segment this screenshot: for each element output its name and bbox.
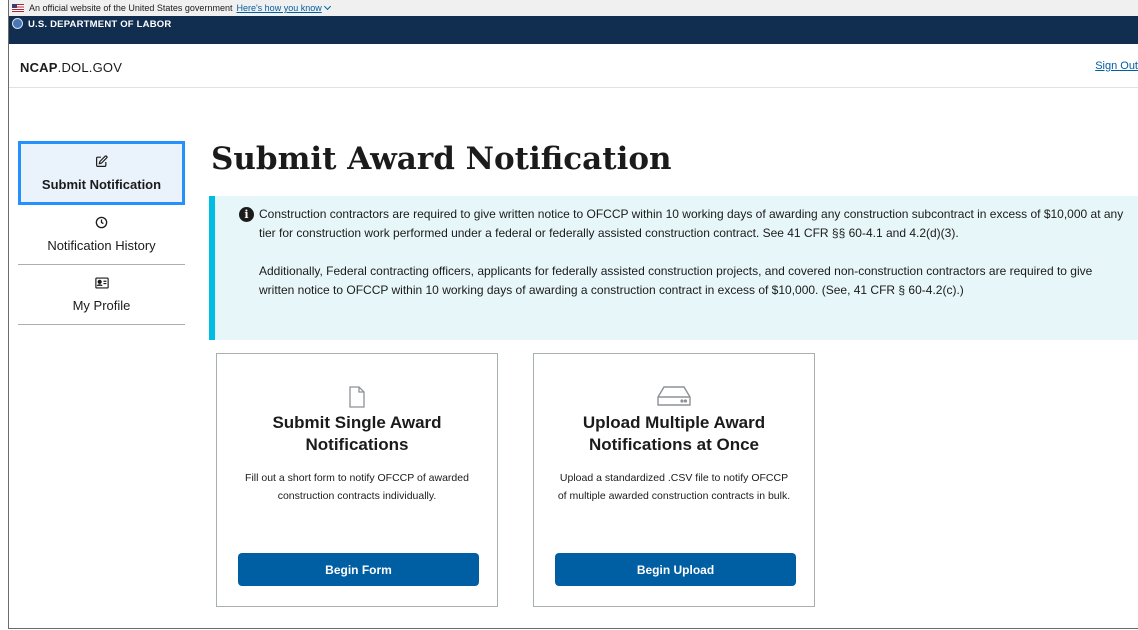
- alert-paragraph: Additionally, Federal contracting office…: [259, 264, 1093, 297]
- multiple-award-card: Upload Multiple Award Notifications at O…: [533, 353, 815, 607]
- sidebar-item-label: Submit Notification: [41, 176, 162, 192]
- gov-banner-text: An official website of the United States…: [29, 3, 233, 13]
- card-description: Fill out a short form to notify OFCCP of…: [245, 472, 469, 502]
- chevron-down-icon: [323, 2, 331, 11]
- logo-rest: .DOL.GOV: [57, 60, 123, 75]
- page-title: Submit Award Notification: [211, 141, 672, 177]
- id-card-icon: [94, 276, 109, 292]
- begin-form-button[interactable]: Begin Form: [238, 553, 479, 586]
- logo-bold: NCAP: [20, 60, 58, 75]
- card-title: Upload Multiple Award Notifications at O…: [582, 413, 766, 454]
- info-alert: i Construction contractors are required …: [209, 196, 1138, 340]
- card-title: Submit Single Award Notifications: [272, 413, 442, 454]
- sidebar-item-label: My Profile: [72, 297, 131, 313]
- side-navigation: Submit Notification Notification History…: [18, 141, 185, 325]
- file-icon: [349, 386, 365, 413]
- clock-icon: [95, 216, 108, 232]
- edit-icon: [95, 154, 108, 171]
- sign-out-link[interactable]: Sign Out: [1095, 60, 1138, 72]
- site-logo[interactable]: NCAP.DOL.GOV: [20, 60, 122, 75]
- agency-name: U.S. DEPARTMENT OF LABOR: [28, 19, 172, 30]
- sidebar-item-my-profile[interactable]: My Profile: [18, 265, 185, 325]
- single-award-card: Submit Single Award Notifications Fill o…: [216, 353, 498, 607]
- sidebar-item-submit-notification[interactable]: Submit Notification: [18, 141, 185, 205]
- gov-banner: An official website of the United States…: [9, 0, 1138, 16]
- dol-seal-icon: [12, 18, 23, 29]
- heres-how-you-know-label: Here's how you know: [236, 3, 322, 13]
- begin-upload-button[interactable]: Begin Upload: [555, 553, 796, 586]
- alert-paragraph: Construction contractors are required to…: [259, 207, 1124, 240]
- heres-how-you-know-link[interactable]: Here's how you know: [236, 2, 331, 13]
- sidebar-item-label: Notification History: [47, 238, 156, 253]
- agency-bar: U.S. DEPARTMENT OF LABOR: [9, 16, 1138, 44]
- hard-drive-icon: [657, 386, 691, 411]
- info-icon: i: [239, 207, 254, 222]
- site-header: NCAP.DOL.GOV Sign Out: [9, 44, 1138, 88]
- sidebar-item-notification-history[interactable]: Notification History: [18, 205, 185, 265]
- card-description: Upload a standardized .CSV file to notif…: [557, 472, 791, 502]
- us-flag-icon: [12, 4, 24, 12]
